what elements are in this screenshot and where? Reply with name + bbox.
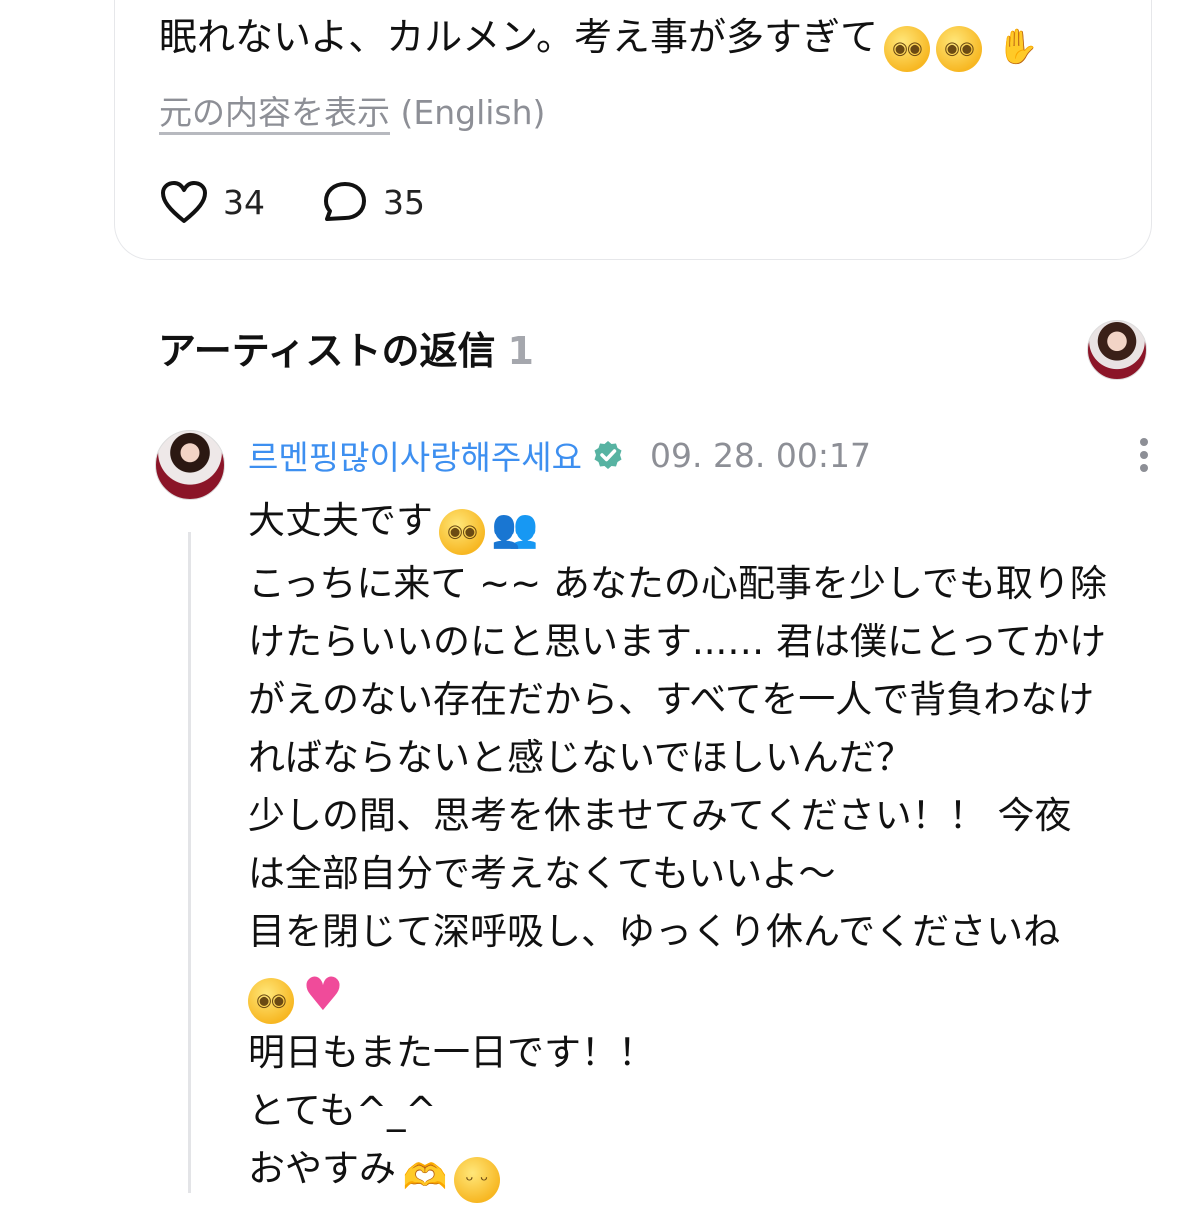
- pleading-face-emoji: [248, 978, 294, 1024]
- section-title: アーティストの返信: [158, 329, 496, 373]
- comment-icon: [324, 182, 366, 221]
- reply-body: 大丈夫です👥 こっちに来て ~~ あなたの心配事を少しでも取り除 けたらいいのに…: [248, 492, 1168, 1203]
- heart-icon: [161, 181, 207, 223]
- reply-line: おやすみ 🫶: [248, 1140, 1168, 1203]
- comment-count: 35: [383, 182, 425, 222]
- people-hugging-emoji: 👥: [491, 506, 539, 550]
- reply-author-avatar[interactable]: [155, 430, 225, 500]
- more-icon: [1140, 438, 1148, 446]
- artist-avatar-small[interactable]: [1087, 320, 1147, 380]
- reply-line: がえのない存在だから、すべてを一人で背負わなけ: [248, 678, 1095, 721]
- pleading-face-emoji: [935, 26, 982, 72]
- thread-line: [188, 532, 191, 1193]
- post-text: 眠れないよ、カルメン。考え事が多すぎて ✋: [159, 12, 1048, 72]
- reply-line: ればならないと感じないでほしいんだ？: [248, 736, 913, 779]
- reply-line: 明日もまた一日です！！: [248, 1031, 655, 1074]
- translation-row: 元の内容を表示 (English): [159, 86, 545, 134]
- post-card: 眠れないよ、カルメン。考え事が多すぎて ✋ 元の内容を表示 (English) 3…: [114, 0, 1152, 260]
- show-original-link[interactable]: 元の内容を表示: [159, 93, 390, 132]
- reply-count: 1: [507, 329, 534, 373]
- reply-header: 르멘핑많이사랑해주세요 09. 28. 00:17: [248, 432, 871, 478]
- artist-replies-header: アーティストの返信 1: [158, 320, 534, 375]
- reply-line: 大丈夫です👥: [248, 492, 1168, 555]
- reply-line: けたらいいのにと思います...… 君は僕にとってかけ: [248, 620, 1107, 663]
- heart-hands-emoji: 🫶: [402, 1157, 448, 1198]
- post-text-content: 眠れないよ、カルメン。考え事が多すぎて: [159, 15, 878, 59]
- verified-icon: [594, 441, 622, 469]
- reply-line: は全部自分で考えなくてもいいよ〜: [248, 852, 836, 895]
- more-options-button[interactable]: [1130, 434, 1158, 474]
- post-stats: 34 35: [159, 174, 481, 230]
- reply-line: 少しの間、思考を休ませてみてください！！ 今夜: [248, 794, 1072, 837]
- comment-button[interactable]: 35: [321, 179, 425, 225]
- palm-up-hand-emoji: ✋: [996, 27, 1040, 67]
- like-button[interactable]: 34: [159, 179, 265, 225]
- sleeping-face-emoji: [454, 1157, 500, 1203]
- reply-line: こっちに来て ~~ あなたの心配事を少しでも取り除: [248, 562, 1107, 605]
- pleading-face-emoji: [883, 26, 930, 72]
- original-language: (English): [400, 93, 546, 132]
- reply-line: 目を閉じて深呼吸し、ゆっくり休んでくださいね: [248, 910, 1061, 953]
- growing-heart-emoji: ♥: [302, 967, 344, 1021]
- like-count: 34: [223, 182, 265, 222]
- pleading-face-emoji: [439, 509, 485, 555]
- reply-line: とても^_^: [248, 1089, 437, 1132]
- reply-author-name[interactable]: 르멘핑많이사랑해주세요: [248, 431, 582, 479]
- reply-timestamp: 09. 28. 00:17: [649, 435, 872, 475]
- reply-line: ♥: [248, 961, 1168, 1024]
